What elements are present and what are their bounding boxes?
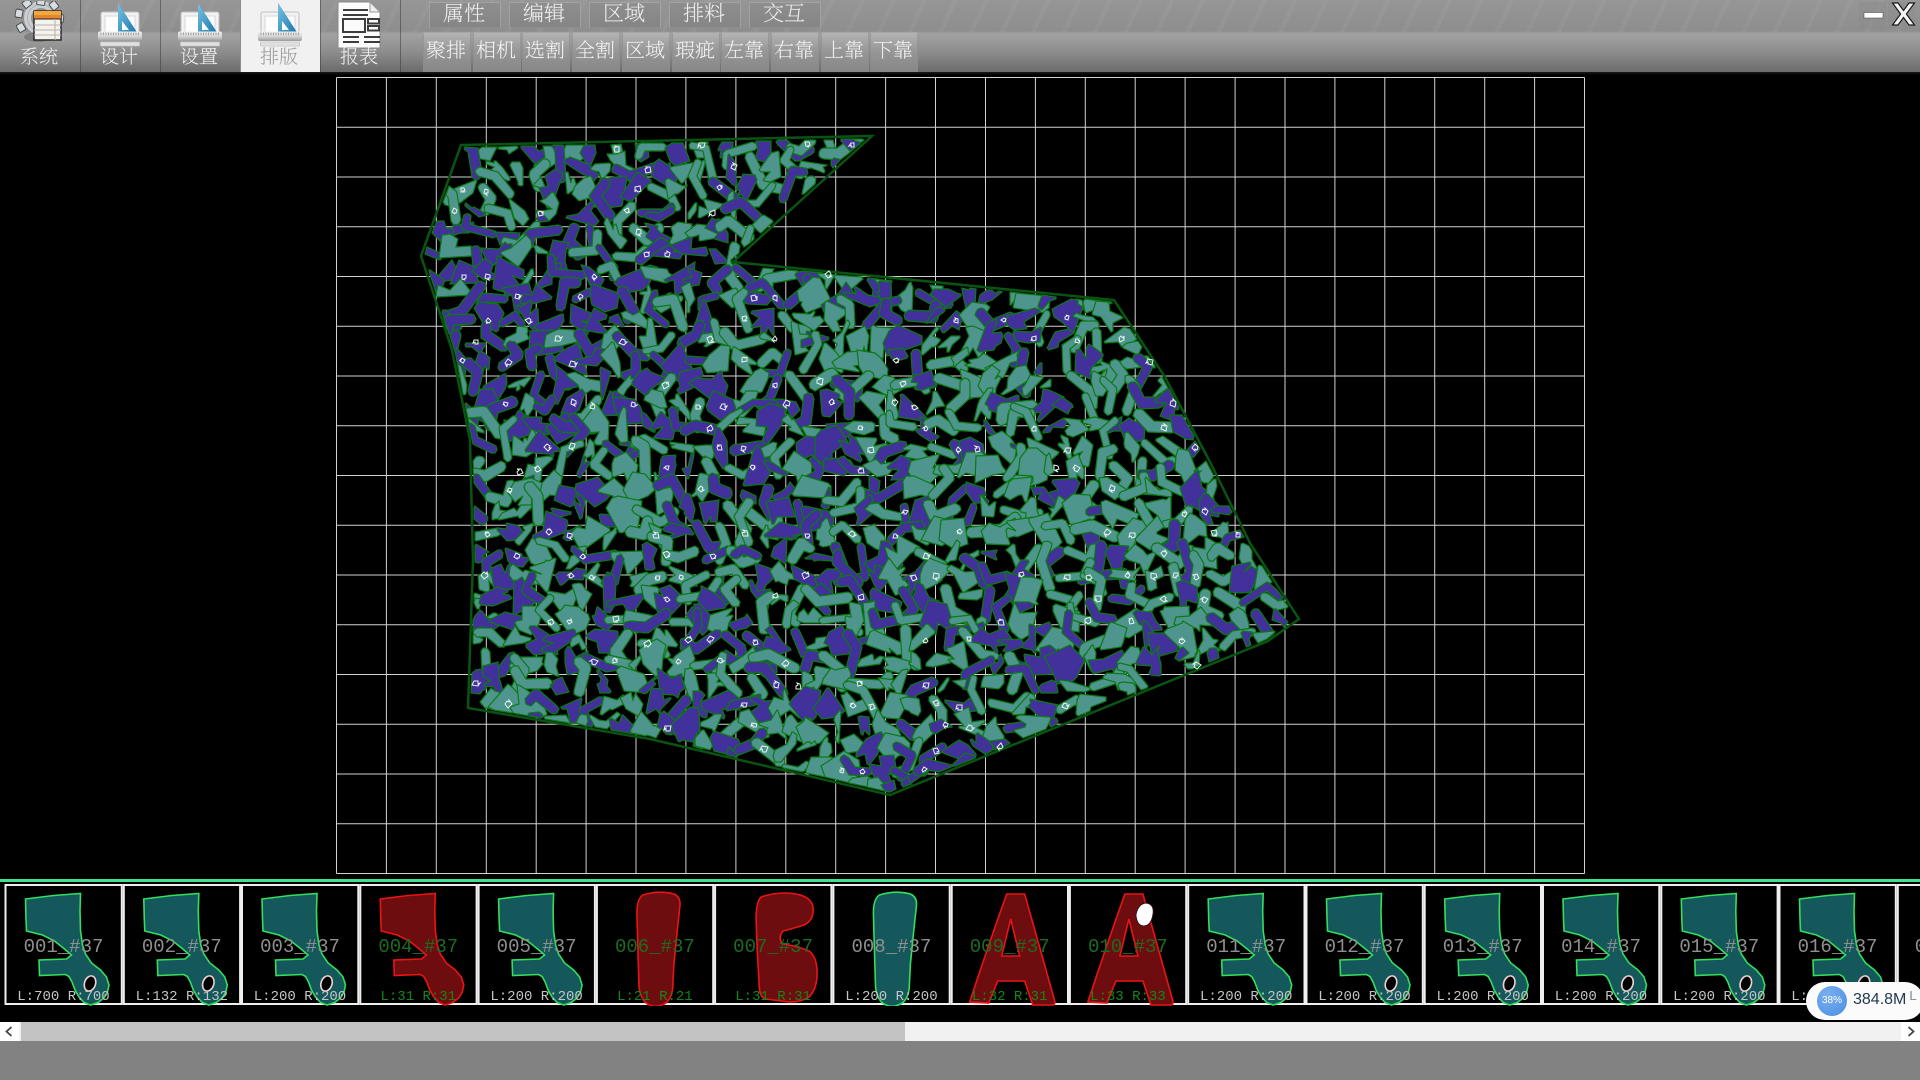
- svg-text:L:200 R:200: L:200 R:200: [1909, 989, 1920, 1005]
